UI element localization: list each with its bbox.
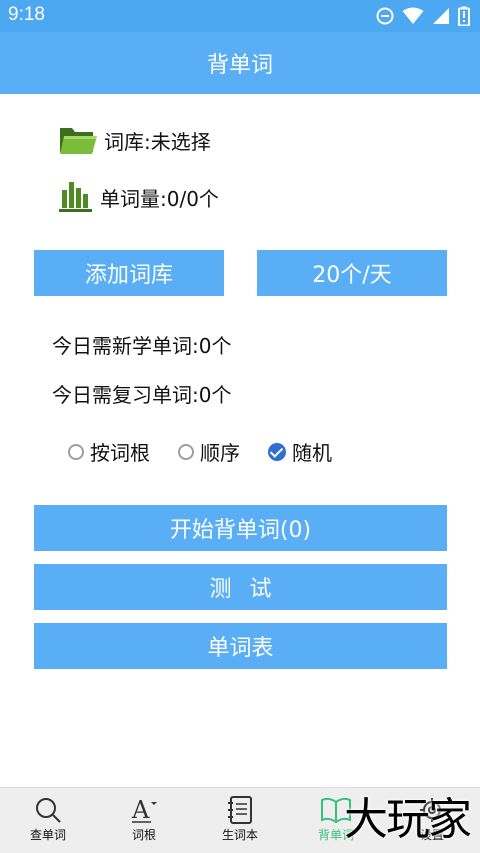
nav-item-settings[interactable]: 设置	[384, 788, 480, 853]
settings-icon	[420, 798, 444, 822]
nav-item-search[interactable]: 查单词	[0, 788, 96, 853]
add-library-button[interactable]: 添加词库	[34, 250, 224, 296]
notebook-icon	[228, 796, 252, 824]
nav-label: 生词本	[221, 828, 258, 842]
radio-by-root[interactable]: 按词根	[68, 437, 150, 466]
radio-label: 按词根	[90, 441, 150, 465]
nav-item-root[interactable]: A 词根	[96, 788, 192, 853]
radio-circle	[68, 443, 84, 460]
radio-random[interactable]: 随机	[268, 437, 332, 466]
nav-label: 词根	[131, 828, 156, 842]
signal-icon	[433, 8, 449, 24]
radio-checked-icon	[268, 442, 286, 461]
book-icon	[321, 797, 351, 824]
svg-text:A: A	[131, 796, 150, 824]
review-words-today: 今日需复习单词:0个	[52, 383, 232, 407]
test-button[interactable]: 测试	[34, 564, 447, 610]
radio-label: 顺序	[200, 441, 240, 465]
library-row: 词库:未选择	[58, 124, 211, 156]
nav-item-notebook[interactable]: 生词本	[192, 788, 288, 853]
folder-icon	[60, 128, 97, 154]
start-memorize-button[interactable]: 开始背单词(0)	[34, 505, 447, 551]
dnd-icon	[376, 7, 394, 25]
radio-circle	[178, 443, 194, 460]
page-title: 背单词	[206, 53, 273, 78]
nav-label: 背单词	[317, 828, 354, 842]
library-label: 词库:未选择	[104, 129, 211, 154]
font-root-icon: A	[131, 796, 157, 824]
nav-item-memorize[interactable]: 背单词	[288, 788, 384, 853]
status-bar: 9:18	[0, 0, 480, 32]
status-time: 9:18	[8, 4, 45, 25]
battery-icon	[458, 6, 470, 26]
word-count-row: 单词量:0/0个	[58, 180, 219, 214]
nav-label: 查单词	[29, 828, 66, 842]
wifi-icon	[402, 7, 424, 24]
bottom-nav: 查单词 A 词根 生词本 背单词 设置	[0, 787, 480, 853]
daily-rate-button[interactable]: 20个/天	[257, 250, 447, 296]
bar-chart-icon	[59, 182, 92, 212]
word-count-label: 单词量:0/0个	[100, 186, 219, 211]
order-radio-group: 按词根 顺序 随机	[68, 437, 360, 466]
new-words-today: 今日需新学单词:0个	[52, 334, 232, 358]
status-icons	[376, 6, 470, 26]
word-list-button[interactable]: 单词表	[34, 623, 447, 669]
radio-label: 随机	[292, 441, 332, 465]
radio-sequential[interactable]: 顺序	[178, 437, 240, 466]
app-bar: 背单词	[0, 32, 480, 94]
nav-label: 设置	[419, 828, 444, 842]
search-icon	[36, 798, 61, 823]
